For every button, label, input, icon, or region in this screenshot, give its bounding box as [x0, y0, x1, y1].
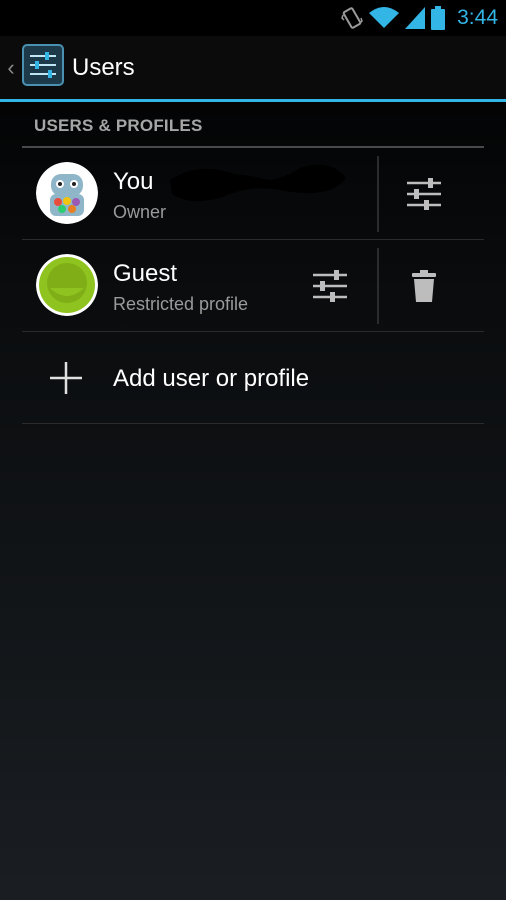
guest-settings-button[interactable]	[300, 256, 360, 316]
trash-icon	[412, 270, 436, 302]
section-header-label: USERS & PROFILES	[34, 116, 203, 135]
redaction-scribble	[170, 164, 346, 202]
plus-icon	[48, 360, 84, 401]
status-bar: 3:44	[0, 0, 506, 36]
settings-icon	[407, 178, 441, 210]
back-caret-icon[interactable]: ‹	[4, 36, 18, 99]
action-bar: ‹ Users	[0, 36, 506, 102]
user-row-owner[interactable]: You Owner	[22, 148, 484, 240]
settings-icon	[313, 270, 347, 302]
signal-icon	[405, 7, 426, 29]
battery-icon	[431, 6, 446, 30]
row-divider	[377, 248, 379, 324]
add-user-row[interactable]: Add user or profile	[22, 332, 484, 424]
clock: 3:44	[457, 6, 498, 29]
wifi-icon	[369, 7, 400, 29]
settings-sliders-icon[interactable]	[22, 44, 64, 91]
row-divider	[377, 156, 379, 232]
user-role: Restricted profile	[113, 294, 249, 314]
user-role: Owner	[113, 202, 167, 222]
vibrate-icon	[341, 6, 363, 30]
add-user-label: Add user or profile	[113, 365, 310, 392]
delete-user-button[interactable]	[394, 256, 454, 316]
user-row-guest[interactable]: Guest Restricted profile	[22, 240, 484, 332]
user-name: Guest	[113, 260, 178, 287]
page-title: Users	[72, 53, 135, 81]
guest-avatar-icon	[36, 254, 98, 316]
user-name: You	[113, 168, 154, 195]
android-jellybean-avatar	[36, 162, 98, 224]
user-settings-button[interactable]	[394, 164, 454, 224]
section-header: USERS & PROFILES	[22, 102, 484, 148]
